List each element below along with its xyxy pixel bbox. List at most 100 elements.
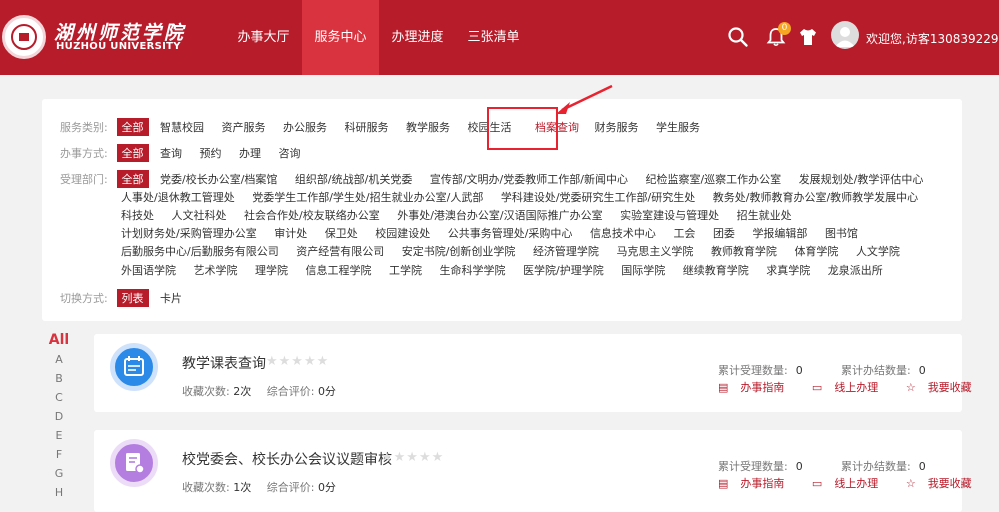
dept-tag[interactable]: 龙泉派出所 [828, 262, 883, 278]
dept-tag[interactable]: 党委学生工作部/学生处/招生就业办公室/人武部 [252, 189, 483, 205]
alpha-letter[interactable]: E [47, 426, 71, 445]
online-handle-button[interactable]: ▭ 线上办理 [812, 477, 890, 490]
dept-tag[interactable]: 国际学院 [621, 262, 665, 278]
category-student-service[interactable]: 学生服务 [656, 119, 700, 135]
dept-tag[interactable]: 人文学院 [856, 243, 900, 259]
favorite-button[interactable]: ☆ 我要收藏 [906, 477, 984, 490]
switch-list[interactable]: 列表 [116, 289, 149, 307]
dept-tag[interactable]: 人事处/退休教工管理处 [121, 189, 235, 205]
search-icon[interactable] [727, 26, 749, 48]
dept-tag[interactable]: 信息工程学院 [306, 262, 372, 278]
category-teaching-service[interactable]: 教学服务 [406, 119, 450, 135]
dept-tag[interactable]: 外国语学院 [121, 262, 176, 278]
dept-tag[interactable]: 校园建设处 [375, 225, 430, 241]
dept-tag[interactable]: 安定书院/创新创业学院 [402, 243, 516, 259]
alpha-letter[interactable]: C [47, 388, 71, 407]
dept-tag[interactable]: 招生就业处 [737, 207, 792, 223]
dept-tag[interactable]: 艺术学院 [194, 262, 238, 278]
method-label: 办事方式: [60, 147, 108, 160]
accepted-count: 累计受理数量: 0 [718, 460, 803, 473]
card-meta: 收藏次数: 2次 综合评价: 0分 [182, 383, 336, 399]
dept-tag[interactable]: 学科建设处/党委研究生工作部/研究生处 [501, 189, 695, 205]
dept-tag[interactable]: 图书馆 [825, 225, 858, 241]
dept-tag[interactable]: 生命科学学院 [440, 262, 506, 278]
alpha-letter[interactable]: H [47, 483, 71, 502]
dept-tag[interactable]: 计划财务处/采购管理办公室 [121, 225, 257, 241]
fav-count-label: 收藏次数: [182, 481, 230, 494]
alpha-letter[interactable]: F [47, 445, 71, 464]
alpha-letter[interactable]: G [47, 464, 71, 483]
dept-tag[interactable]: 继续教育学院 [683, 262, 749, 278]
dept-all[interactable]: 全部 [116, 170, 149, 188]
switch-card[interactable]: 卡片 [160, 290, 182, 306]
notification-count-badge: 0 [778, 22, 791, 35]
alpha-letter[interactable]: B [47, 369, 71, 388]
dept-tag[interactable]: 工会 [673, 225, 695, 241]
alpha-letter[interactable]: A [47, 350, 71, 369]
university-seal-logo[interactable] [2, 15, 46, 59]
method-query[interactable]: 查询 [160, 145, 182, 161]
dept-tag[interactable]: 科技处 [121, 207, 154, 223]
dept-tag[interactable]: 马克思主义学院 [616, 243, 693, 259]
dept-tag[interactable]: 社会合作处/校友联络办公室 [244, 207, 380, 223]
category-asset-service[interactable]: 资产服务 [222, 119, 266, 135]
nav-hall[interactable]: 办事大厅 [226, 0, 301, 75]
service-card[interactable]: 校党委会、校长办公会议议题审核 ★★★★★ 收藏次数: 1次 综合评价: 0分 … [94, 430, 972, 512]
shirt-icon[interactable] [797, 26, 819, 48]
category-office-service[interactable]: 办公服务 [283, 119, 327, 135]
category-all[interactable]: 全部 [116, 118, 149, 136]
dept-tag[interactable]: 教务处/教师教育办公室/教师教学发展中心 [713, 189, 918, 205]
dept-tag[interactable]: 组织部/统战部/机关党委 [295, 171, 412, 187]
switch-label: 切换方式: [60, 292, 108, 305]
dept-tag[interactable]: 实验室建设与管理处 [620, 207, 719, 223]
method-handle[interactable]: 办理 [239, 145, 261, 161]
online-handle-button[interactable]: ▭ 线上办理 [812, 381, 890, 394]
monitor-icon: ▭ [811, 381, 823, 394]
category-finance-service[interactable]: 财务服务 [595, 119, 639, 135]
dept-tag[interactable]: 教师教育学院 [711, 243, 777, 259]
alpha-letter[interactable]: D [47, 407, 71, 426]
avatar[interactable] [831, 21, 859, 49]
card-title[interactable]: 教学课表查询 [182, 353, 266, 373]
alpha-all[interactable]: All [47, 330, 71, 350]
dept-tag[interactable]: 体育学院 [794, 243, 838, 259]
fav-count-label: 收藏次数: [182, 385, 230, 398]
guide-button[interactable]: ▤ 办事指南 [718, 477, 796, 490]
dept-tag[interactable]: 人文社科处 [172, 207, 227, 223]
dept-tag[interactable]: 理学院 [255, 262, 288, 278]
dept-tag[interactable]: 发展规划处/教学评估中心 [799, 171, 924, 187]
nav-service-center[interactable]: 服务中心 [302, 0, 379, 75]
dept-tag[interactable]: 经济管理学院 [533, 243, 599, 259]
dept-tag[interactable]: 医学院/护理学院 [523, 262, 604, 278]
dept-tag[interactable]: 团委 [713, 225, 735, 241]
rating-label: 综合评价: [266, 481, 315, 494]
dept-tag[interactable]: 工学院 [389, 262, 422, 278]
dept-tag[interactable]: 信息技术中心 [590, 225, 656, 241]
dept-tag[interactable]: 党委/校长办公室/档案馆 [160, 171, 277, 187]
favorite-button[interactable]: ☆ 我要收藏 [906, 381, 984, 394]
category-research-service[interactable]: 科研服务 [345, 119, 389, 135]
dept-tag[interactable]: 外事处/港澳台办公室/汉语国际推广办公室 [397, 207, 602, 223]
dept-tag[interactable]: 审计处 [274, 225, 307, 241]
dept-tag[interactable]: 求真学院 [766, 262, 810, 278]
category-smart-campus[interactable]: 智慧校园 [160, 119, 204, 135]
card-title[interactable]: 校党委会、校长办公会议议题审核 [182, 449, 392, 469]
service-card[interactable]: 教学课表查询 ★★★★★ 收藏次数: 2次 综合评价: 0分 累计受理数量: 0 … [94, 334, 972, 412]
top-header: 湖州师范学院 HUZHOU UNIVERSITY 办事大厅 服务中心 办理进度 … [0, 0, 999, 75]
guide-button[interactable]: ▤ 办事指南 [718, 381, 796, 394]
rating-value: 0分 [317, 481, 336, 494]
nav-progress[interactable]: 办理进度 [380, 0, 455, 75]
logo-english-name[interactable]: HUZHOU UNIVERSITY [56, 41, 181, 52]
method-consult[interactable]: 咨询 [279, 145, 301, 161]
dept-tag[interactable]: 学报编辑部 [752, 225, 807, 241]
method-appointment[interactable]: 预约 [200, 145, 222, 161]
dept-tag[interactable]: 宣传部/文明办/党委教师工作部/新闻中心 [430, 171, 628, 187]
completed-count: 累计办结数量: 0 [841, 460, 926, 473]
dept-tag[interactable]: 保卫处 [325, 225, 358, 241]
dept-tag[interactable]: 纪检监察室/巡察工作办公室 [645, 171, 781, 187]
nav-three-lists[interactable]: 三张清单 [456, 0, 531, 75]
dept-tag[interactable]: 公共事务管理处/采购中心 [448, 225, 573, 241]
dept-tag[interactable]: 资产经营有限公司 [296, 243, 384, 259]
method-all[interactable]: 全部 [116, 144, 149, 162]
dept-tag[interactable]: 后勤服务中心/后勤服务有限公司 [121, 243, 279, 259]
